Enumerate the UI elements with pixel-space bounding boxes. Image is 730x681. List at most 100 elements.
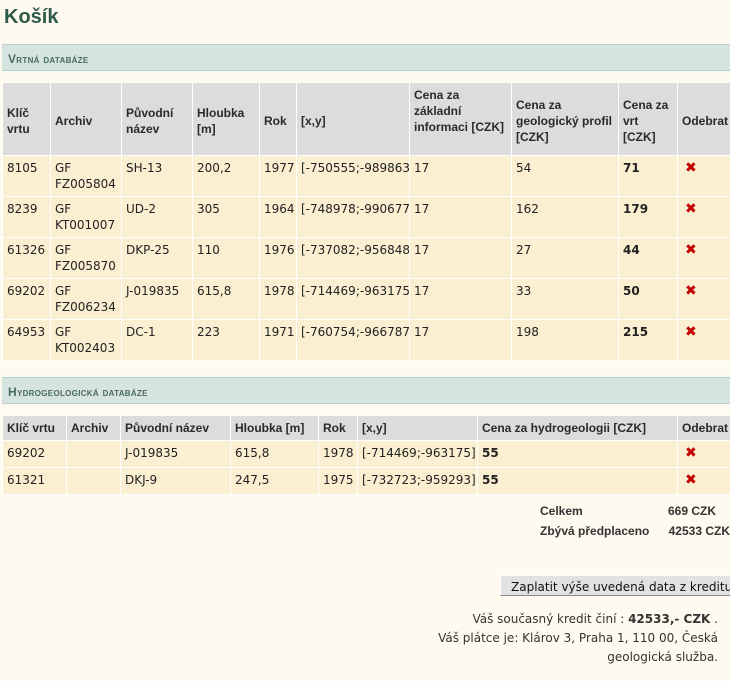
cell-depth: 615,8 bbox=[192, 278, 260, 320]
cell-id: 8239 bbox=[2, 196, 51, 238]
cell-depth: 200,2 bbox=[192, 155, 260, 197]
credit-line: Váš současný kredit činí : 42533,- CZK . bbox=[438, 610, 718, 629]
close-icon[interactable]: ✖ bbox=[685, 161, 697, 175]
cell-year: 1978 bbox=[318, 440, 358, 468]
cell-id: 61326 bbox=[2, 237, 51, 279]
cell-hydro-price: 55 bbox=[477, 440, 678, 468]
close-icon[interactable]: ✖ bbox=[685, 284, 697, 298]
payer-line-2: geologická služba. bbox=[607, 650, 718, 664]
cell-basic-price: 17 bbox=[409, 237, 512, 279]
credit-value: 42533,- CZK bbox=[628, 612, 711, 626]
cell-basic-price: 17 bbox=[409, 196, 512, 238]
table-row: 8239 GF KT001007 UD-2 305 1964 [-748978;… bbox=[2, 196, 730, 238]
cell-year: 1977 bbox=[259, 155, 297, 197]
cell-id: 69202 bbox=[2, 440, 67, 468]
cell-name: J-019835 bbox=[120, 440, 231, 468]
cell-archive: GF FZ005870 bbox=[50, 237, 122, 279]
cell-total-price: 179 bbox=[618, 196, 678, 238]
cell-remove: ✖ bbox=[677, 319, 730, 361]
cell-coords: [-732723;-959293] bbox=[357, 467, 478, 495]
cell-coords: [-748978;-990677] bbox=[296, 196, 410, 238]
cell-remove: ✖ bbox=[677, 440, 730, 468]
prepaid-label: Zbývá předplaceno bbox=[540, 524, 650, 538]
col-total-price: Cena za vrt [CZK] bbox=[618, 82, 678, 156]
cell-name: J-019835 bbox=[121, 278, 193, 320]
cell-geo-price: 54 bbox=[511, 155, 619, 197]
col-depth: Hloubka [m] bbox=[192, 82, 260, 156]
cell-name: DKP-25 bbox=[121, 237, 193, 279]
cell-coords: [-737082;-956848] bbox=[296, 237, 410, 279]
cell-archive: GF KT001007 bbox=[50, 196, 122, 238]
cell-coords: [-750555;-989863] bbox=[296, 155, 410, 197]
cell-year: 1978 bbox=[259, 278, 297, 320]
total-value: 669 CZK bbox=[667, 504, 716, 518]
table-row: 61326 GF FZ005870 DKP-25 110 1976 [-7370… bbox=[2, 237, 730, 279]
cell-depth: 615,8 bbox=[230, 440, 319, 468]
col-year: Rok bbox=[318, 415, 358, 441]
cell-basic-price: 17 bbox=[409, 155, 512, 197]
cell-depth: 305 bbox=[192, 196, 260, 238]
col-coords: [x,y] bbox=[357, 415, 478, 441]
cell-hydro-price: 55 bbox=[477, 467, 678, 495]
credit-prefix: Váš současný kredit činí : bbox=[472, 612, 629, 626]
cell-name: DC-1 bbox=[121, 319, 193, 361]
col-hydro-price: Cena za hydrogeologii [CZK] bbox=[477, 415, 678, 441]
cell-geo-price: 27 bbox=[511, 237, 619, 279]
col-geo-price: Cena za geologický profil [CZK] bbox=[511, 82, 619, 156]
page-title: Košík bbox=[4, 6, 59, 28]
cell-basic-price: 17 bbox=[409, 278, 512, 320]
cell-total-price: 71 bbox=[618, 155, 678, 197]
cell-year: 1975 bbox=[318, 467, 358, 495]
col-coords: [x,y] bbox=[296, 82, 410, 156]
cell-remove: ✖ bbox=[677, 467, 730, 495]
table-row: 64953 GF KT002403 DC-1 223 1971 [-760754… bbox=[2, 319, 730, 361]
cell-archive: GF KT002403 bbox=[50, 319, 122, 361]
cell-name: DKJ-9 bbox=[120, 467, 231, 495]
table-row: 69202 GF FZ006234 J-019835 615,8 1978 [-… bbox=[2, 278, 730, 320]
cell-year: 1971 bbox=[259, 319, 297, 361]
cell-archive: GF FZ006234 bbox=[50, 278, 122, 320]
close-icon[interactable]: ✖ bbox=[685, 446, 697, 460]
cell-remove: ✖ bbox=[677, 196, 730, 238]
pay-from-credit-button[interactable]: Zaplatit výše uvedená data z kreditu bbox=[500, 575, 730, 596]
table-row: 8105 GF FZ005804 SH-13 200,2 1977 [-7505… bbox=[2, 155, 730, 197]
col-year: Rok bbox=[259, 82, 297, 156]
hydro-db-header: Hydrogeologická databáze bbox=[2, 377, 730, 404]
cell-id: 64953 bbox=[2, 319, 51, 361]
cell-id: 8105 bbox=[2, 155, 51, 197]
col-orig-name: Původní název bbox=[121, 82, 193, 156]
table-row: 61321 DKJ-9 247,5 1975 [-732723;-959293]… bbox=[2, 467, 730, 495]
drill-db-header: Vrtná databáze bbox=[2, 44, 730, 71]
cell-year: 1964 bbox=[259, 196, 297, 238]
cell-id: 61321 bbox=[2, 467, 67, 495]
cell-coords: [-714469;-963175] bbox=[357, 440, 478, 468]
col-remove: Odebrat bbox=[677, 415, 730, 441]
cell-depth: 247,5 bbox=[230, 467, 319, 495]
close-icon[interactable]: ✖ bbox=[685, 325, 697, 339]
prepaid-value: 42533 CZK bbox=[668, 524, 730, 538]
total-label: Celkem bbox=[540, 504, 583, 518]
payer-line-1: Váš plátce je: Klárov 3, Praha 1, 110 00… bbox=[438, 631, 718, 645]
cell-archive bbox=[66, 467, 121, 495]
cell-year: 1976 bbox=[259, 237, 297, 279]
cell-coords: [-714469;-963175] bbox=[296, 278, 410, 320]
cell-total-price: 44 bbox=[618, 237, 678, 279]
col-basic-price: Cena za základní informaci [CZK] bbox=[409, 82, 512, 156]
col-id: Klíč vrtu bbox=[2, 415, 67, 441]
cell-archive: GF FZ005804 bbox=[50, 155, 122, 197]
cell-total-price: 215 bbox=[618, 319, 678, 361]
cell-geo-price: 162 bbox=[511, 196, 619, 238]
col-remove: Odebrat bbox=[677, 82, 730, 156]
cell-remove: ✖ bbox=[677, 155, 730, 197]
close-icon[interactable]: ✖ bbox=[685, 243, 697, 257]
cell-coords: [-760754;-966787] bbox=[296, 319, 410, 361]
cell-remove: ✖ bbox=[677, 237, 730, 279]
cell-basic-price: 17 bbox=[409, 319, 512, 361]
close-icon[interactable]: ✖ bbox=[685, 202, 697, 216]
cell-depth: 110 bbox=[192, 237, 260, 279]
cell-name: SH-13 bbox=[121, 155, 193, 197]
cell-name: UD-2 bbox=[121, 196, 193, 238]
close-icon[interactable]: ✖ bbox=[685, 473, 697, 487]
hydro-db-header-row: Klíč vrtu Archiv Původní název Hloubka [… bbox=[2, 415, 730, 441]
cell-geo-price: 33 bbox=[511, 278, 619, 320]
